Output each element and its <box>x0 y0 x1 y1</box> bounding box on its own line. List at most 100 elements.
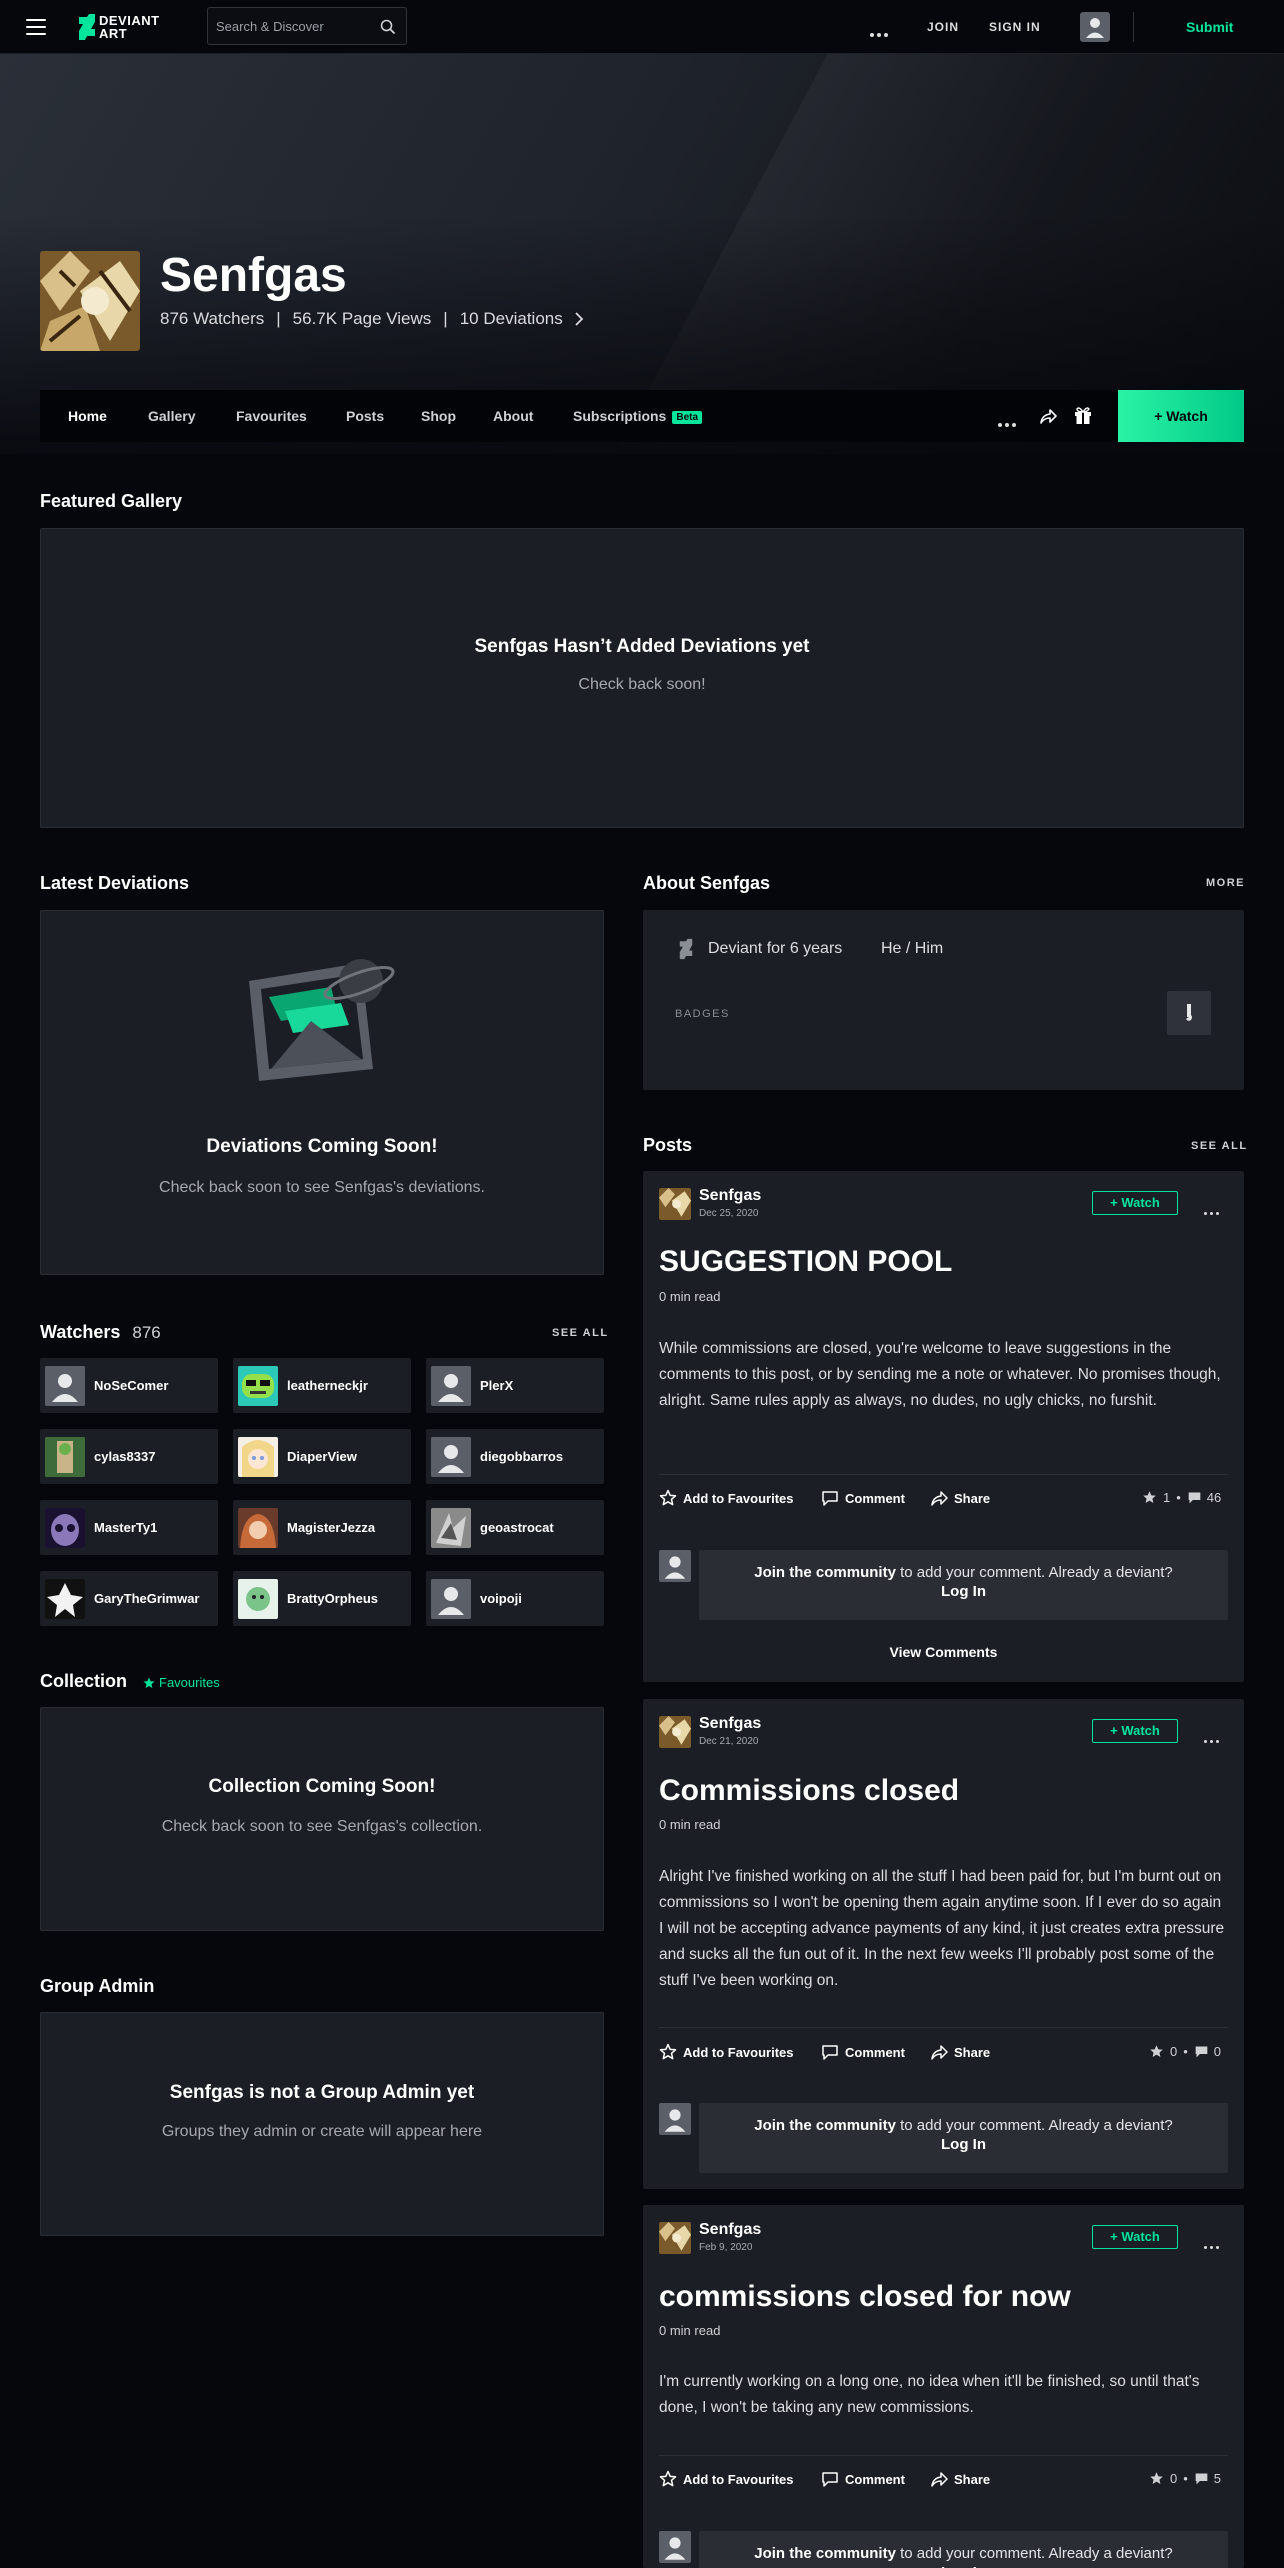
watcher-card[interactable]: DiaperView <box>233 1429 411 1484</box>
latest-empty-title: Deviations Coming Soon! <box>206 1136 438 1157</box>
avatar[interactable] <box>659 1188 691 1220</box>
image-placeholder-icon <box>249 959 395 1081</box>
tab-gallery[interactable]: Gallery <box>148 408 195 424</box>
share-icon[interactable] <box>1039 407 1057 425</box>
watcher-card[interactable]: diegobbarros <box>426 1429 604 1484</box>
watchers-count: 876 <box>132 1323 161 1342</box>
add-to-favourites-button[interactable]: Add to Favourites <box>659 1489 794 1507</box>
post-author[interactable]: Senfgas <box>699 1187 761 1205</box>
favourites-tag[interactable]: Favourites <box>143 1675 220 1690</box>
tab-shop[interactable]: Shop <box>421 408 456 424</box>
share-button[interactable]: Share <box>930 1489 990 1507</box>
more-icon[interactable] <box>998 414 1019 432</box>
comment-button[interactable]: Comment <box>821 1489 905 1507</box>
watchers-count[interactable]: 876 Watchers <box>160 309 264 329</box>
star-icon <box>659 2043 677 2060</box>
watcher-card[interactable]: geoastrocat <box>426 1500 604 1555</box>
view-comments-link[interactable]: View Comments <box>643 1644 1244 1660</box>
share-label: Share <box>954 2044 991 2060</box>
search-input[interactable]: Search & Discover <box>207 7 407 45</box>
watcher-card[interactable]: leatherneckjr <box>233 1358 411 1413</box>
watcher-card[interactable]: cylas8337 <box>40 1429 218 1484</box>
join-link[interactable]: JOIN <box>927 20 959 34</box>
read-time: 0 min read <box>659 1289 721 1304</box>
watcher-name: PlerX <box>480 1378 514 1393</box>
comment-icon <box>1188 1492 1201 1504</box>
more-icon[interactable] <box>870 24 891 42</box>
profile-avatar[interactable] <box>40 251 140 351</box>
tab-about[interactable]: About <box>493 408 533 424</box>
join-community-link[interactable]: Join the community <box>754 1564 896 1581</box>
watcher-card[interactable]: NoSeComer <box>40 1358 218 1413</box>
profile-stats: 876 Watchers | 56.7K Page Views | 10 Dev… <box>160 309 585 329</box>
tab-favourites[interactable]: Favourites <box>236 408 307 424</box>
menu-icon[interactable] <box>26 19 46 35</box>
log-in-link[interactable]: Log In <box>699 2564 1228 2568</box>
avatar[interactable] <box>659 1716 691 1748</box>
log-in-link[interactable]: Log In <box>699 2136 1228 2153</box>
collection-heading: Collection <box>40 1671 128 1691</box>
read-time: 0 min read <box>659 1817 721 1832</box>
watcher-card[interactable]: MagisterJezza <box>233 1500 411 1555</box>
watcher-card[interactable]: voipoji <box>426 1571 604 1626</box>
post-body: While commissions are closed, you're wel… <box>659 1340 1221 1409</box>
more-icon[interactable] <box>1204 1202 1222 1220</box>
join-text: to add your comment. Already a deviant? <box>895 1564 1173 1581</box>
add-to-favourites-button[interactable]: Add to Favourites <box>659 2470 794 2488</box>
join-community-link[interactable]: Join the community <box>754 2117 896 2134</box>
more-icon[interactable] <box>1204 1730 1222 1748</box>
add-to-favourites-button[interactable]: Add to Favourites <box>659 2043 794 2061</box>
deviantart-logo[interactable]: DEVIANT ART <box>78 12 160 42</box>
divider <box>659 2455 1228 2456</box>
submit-button[interactable]: Submit <box>1186 19 1233 35</box>
avatar <box>431 1437 471 1477</box>
watcher-card[interactable]: GaryTheGrimwar <box>40 1571 218 1626</box>
tab-posts[interactable]: Posts <box>346 408 384 424</box>
comment-icon <box>822 1491 838 1506</box>
watch-button[interactable]: + Watch <box>1118 390 1244 442</box>
share-button[interactable]: Share <box>930 2043 990 2061</box>
watch-button[interactable]: + Watch <box>1092 2225 1178 2249</box>
comment-button[interactable]: Comment <box>821 2470 905 2488</box>
log-in-link[interactable]: Log In <box>699 1583 1228 1600</box>
post-title[interactable]: SUGGESTION POOL <box>659 1245 952 1279</box>
watch-button[interactable]: + Watch <box>1092 1719 1178 1743</box>
watch-button[interactable]: + Watch <box>1092 1191 1178 1215</box>
join-text: to add your comment. Already a deviant? <box>895 2545 1173 2562</box>
sign-in-link[interactable]: SIGN IN <box>989 20 1041 34</box>
tab-home[interactable]: Home <box>68 408 107 424</box>
divider <box>659 2027 1228 2028</box>
badge-icon[interactable] <box>1167 991 1211 1035</box>
star-icon <box>1150 2045 1163 2057</box>
post-author[interactable]: Senfgas <box>699 1715 761 1733</box>
search-icon[interactable] <box>380 19 396 35</box>
about-heading: About Senfgas <box>643 873 771 893</box>
avatar[interactable] <box>659 2222 691 2254</box>
watcher-card[interactable]: PlerX <box>426 1358 604 1413</box>
watchers-heading: Watchers 876 <box>40 1322 161 1343</box>
watcher-card[interactable]: MasterTy1 <box>40 1500 218 1555</box>
watchers-heading-label: Watchers <box>40 1322 121 1342</box>
tab-subscriptions[interactable]: Subscriptions Beta <box>573 408 703 424</box>
avatar <box>45 1366 85 1406</box>
posts-see-all-link[interactable]: SEE ALL <box>1191 1140 1248 1152</box>
post-title[interactable]: commissions closed for now <box>659 2280 1071 2314</box>
about-more-link[interactable]: MORE <box>1206 877 1245 889</box>
profile-nav: Home Gallery Favourites Posts Shop About… <box>40 390 1244 442</box>
gift-icon[interactable] <box>1074 406 1092 425</box>
watchers-see-all-link[interactable]: SEE ALL <box>552 1327 609 1339</box>
join-community-link[interactable]: Join the community <box>754 2545 896 2562</box>
deviations-count[interactable]: 10 Deviations <box>460 309 563 329</box>
comment-button[interactable]: Comment <box>821 2043 905 2061</box>
avatar <box>659 2531 691 2563</box>
user-avatar-icon[interactable] <box>1080 12 1110 42</box>
beta-badge: Beta <box>672 411 703 424</box>
logo-line2: ART <box>99 26 128 41</box>
group-admin-heading: Group Admin <box>40 1976 155 1996</box>
chevron-right-icon[interactable] <box>573 312 585 326</box>
watcher-card[interactable]: BrattyOrpheus <box>233 1571 411 1626</box>
post-title[interactable]: Commissions closed <box>659 1774 959 1808</box>
more-icon[interactable] <box>1204 2236 1222 2254</box>
share-button[interactable]: Share <box>930 2470 990 2488</box>
post-author[interactable]: Senfgas <box>699 2221 761 2239</box>
